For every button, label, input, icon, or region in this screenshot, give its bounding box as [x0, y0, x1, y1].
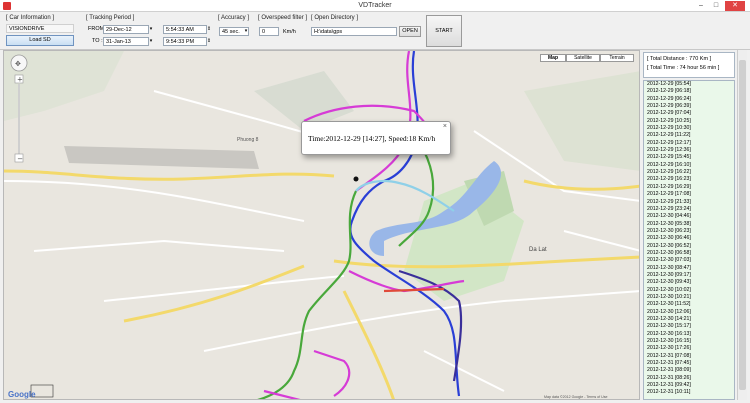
list-item[interactable]: 2012-12-30 [10:21]: [644, 294, 734, 301]
google-logo: Google: [8, 390, 36, 399]
list-item[interactable]: 2012-12-30 [12:06]: [644, 309, 734, 316]
from-time-input[interactable]: 5:54:33 AM: [163, 25, 207, 34]
list-item[interactable]: 2012-12-30 [09:17]: [644, 272, 734, 279]
info-balloon-text: Time:2012-12-29 [14:27], Speed:18 Km/h: [308, 134, 436, 143]
load-sd-button[interactable]: Load SD: [6, 35, 74, 46]
list-item[interactable]: 2012-12-29 [11:22]: [644, 132, 734, 139]
side-panel: [ Total Distance : 770 Km ] [ Total Time…: [641, 50, 737, 400]
close-icon[interactable]: ×: [443, 123, 447, 130]
close-button[interactable]: ✕: [725, 1, 745, 11]
list-item[interactable]: 2012-12-31 [07:08]: [644, 353, 734, 360]
map-type-satellite-button[interactable]: Satellite: [566, 54, 600, 62]
list-item[interactable]: 2012-12-29 [16:10]: [644, 162, 734, 169]
list-item[interactable]: 2012-12-29 [05:54]: [644, 81, 734, 88]
directory-path-input[interactable]: H:\data\gps: [311, 27, 397, 36]
list-item[interactable]: 2012-12-29 [21:33]: [644, 199, 734, 206]
list-item[interactable]: 2012-12-29 [16:22]: [644, 169, 734, 176]
list-item[interactable]: 2012-12-31 [08:09]: [644, 367, 734, 374]
map-view[interactable]: Da Lat Phuong 8 ✥ + − Google Map data ©2…: [3, 50, 640, 400]
title-bar: VDTracker – □ ✕: [0, 0, 750, 12]
overspeed-input[interactable]: 0: [259, 27, 279, 36]
list-item[interactable]: 2012-12-30 [10:02]: [644, 287, 734, 294]
to-label: TO :: [92, 38, 103, 44]
pan-control[interactable]: ✥: [10, 54, 28, 72]
place-label-phuong-8: Phuong 8: [237, 137, 259, 143]
vehicle-name: VISIONDRIVE: [6, 24, 74, 33]
scrollbar-thumb[interactable]: [739, 60, 746, 390]
map-type-terrain-button[interactable]: Terrain: [600, 54, 634, 62]
list-item[interactable]: 2012-12-30 [11:52]: [644, 301, 734, 308]
list-item[interactable]: 2012-12-30 [06:52]: [644, 243, 734, 250]
list-item[interactable]: 2012-12-30 [08:47]: [644, 265, 734, 272]
svg-text:✥: ✥: [15, 60, 21, 68]
accuracy-dropdown-icon[interactable]: ▾: [243, 27, 249, 36]
overspeed-unit: Km/h: [283, 29, 296, 35]
list-item[interactable]: 2012-12-30 [16:15]: [644, 338, 734, 345]
list-item[interactable]: 2012-12-29 [23:24]: [644, 206, 734, 213]
list-item[interactable]: 2012-12-29 [12:36]: [644, 147, 734, 154]
list-item[interactable]: 2012-12-30 [16:13]: [644, 331, 734, 338]
overspeed-title: [ Overspeed filter ]: [258, 15, 308, 21]
total-distance: [ Total Distance : 770 Km ]: [647, 56, 712, 62]
accuracy-title: [ Accuracy ]: [218, 15, 250, 21]
open-button[interactable]: OPEN: [399, 26, 421, 37]
list-item[interactable]: 2012-12-30 [09:43]: [644, 279, 734, 286]
list-item[interactable]: 2012-12-30 [06:46]: [644, 235, 734, 242]
start-button[interactable]: START: [426, 15, 462, 47]
list-item[interactable]: 2012-12-30 [06:23]: [644, 228, 734, 235]
list-item[interactable]: 2012-12-30 [06:58]: [644, 250, 734, 257]
list-item[interactable]: 2012-12-31 [08:26]: [644, 375, 734, 382]
to-date-dropdown-icon[interactable]: ▾: [148, 37, 154, 46]
info-balloon: Time:2012-12-29 [14:27], Speed:18 Km/h ×: [301, 121, 451, 155]
directory-title: [ Open Directory ]: [311, 15, 359, 21]
log-list[interactable]: 2012-12-29 [05:54] 2012-12-29 [06:18] 2012…: [643, 80, 735, 400]
from-date-input[interactable]: 29-Dec-12: [103, 25, 149, 34]
window-title: VDTracker: [358, 2, 392, 9]
toolbar: [ Car Information ] VISIONDRIVE Load SD …: [0, 12, 750, 50]
list-item[interactable]: 2012-12-29 [06:39]: [644, 103, 734, 110]
summary-box: [ Total Distance : 770 Km ] [ Total Time…: [643, 52, 735, 78]
list-item[interactable]: 2012-12-29 [10:30]: [644, 125, 734, 132]
map-type-map-button[interactable]: Map: [540, 54, 566, 62]
list-item[interactable]: 2012-12-29 [10:25]: [644, 118, 734, 125]
tracking-period-title: [ Tracking Period ]: [86, 15, 135, 21]
svg-text:−: −: [17, 155, 23, 163]
place-label-da-lat: Da Lat: [529, 247, 547, 253]
map-canvas[interactable]: Da Lat Phuong 8 ✥ + − Google Map data ©2…: [4, 51, 640, 400]
list-item[interactable]: 2012-12-30 [14:21]: [644, 316, 734, 323]
list-item[interactable]: 2012-12-30 [07:03]: [644, 257, 734, 264]
list-item[interactable]: 2012-12-29 [06:24]: [644, 96, 734, 103]
to-time-spinner-icon[interactable]: ⇕: [206, 37, 212, 46]
list-item[interactable]: 2012-12-30 [15:17]: [644, 323, 734, 330]
list-item[interactable]: 2012-12-31 [07:45]: [644, 360, 734, 367]
list-item[interactable]: 2012-12-29 [12:17]: [644, 140, 734, 147]
list-item[interactable]: 2012-12-29 [17:08]: [644, 191, 734, 198]
list-item[interactable]: 2012-12-30 [04:46]: [644, 213, 734, 220]
total-time: [ Total Time : 74 hour 56 min ]: [647, 65, 720, 71]
list-item[interactable]: 2012-12-29 [07:04]: [644, 110, 734, 117]
maximize-button[interactable]: □: [710, 1, 722, 11]
minimize-button[interactable]: –: [695, 1, 707, 11]
svg-text:+: +: [17, 76, 23, 84]
car-info-title: [ Car Information ]: [6, 15, 55, 21]
to-time-input[interactable]: 9:54:33 PM: [163, 37, 207, 46]
list-item[interactable]: 2012-12-30 [05:38]: [644, 221, 734, 228]
map-attribution: Map data ©2012 Google - Terms of Use: [544, 395, 608, 399]
scrollbar[interactable]: [737, 50, 747, 400]
list-item[interactable]: 2012-12-29 [06:18]: [644, 88, 734, 95]
list-item[interactable]: 2012-12-29 [16:29]: [644, 184, 734, 191]
list-item[interactable]: 2012-12-30 [17:26]: [644, 345, 734, 352]
list-item[interactable]: 2012-12-29 [15:45]: [644, 154, 734, 161]
to-date-input[interactable]: 31-Jan-13: [103, 37, 149, 46]
from-date-dropdown-icon[interactable]: ▾: [148, 25, 154, 34]
list-item[interactable]: 2012-12-31 [10:11]: [644, 389, 734, 396]
from-time-spinner-icon[interactable]: ⇕: [206, 25, 212, 34]
list-item[interactable]: 2012-12-29 [16:23]: [644, 176, 734, 183]
list-item[interactable]: 2012-12-31 [09:42]: [644, 382, 734, 389]
